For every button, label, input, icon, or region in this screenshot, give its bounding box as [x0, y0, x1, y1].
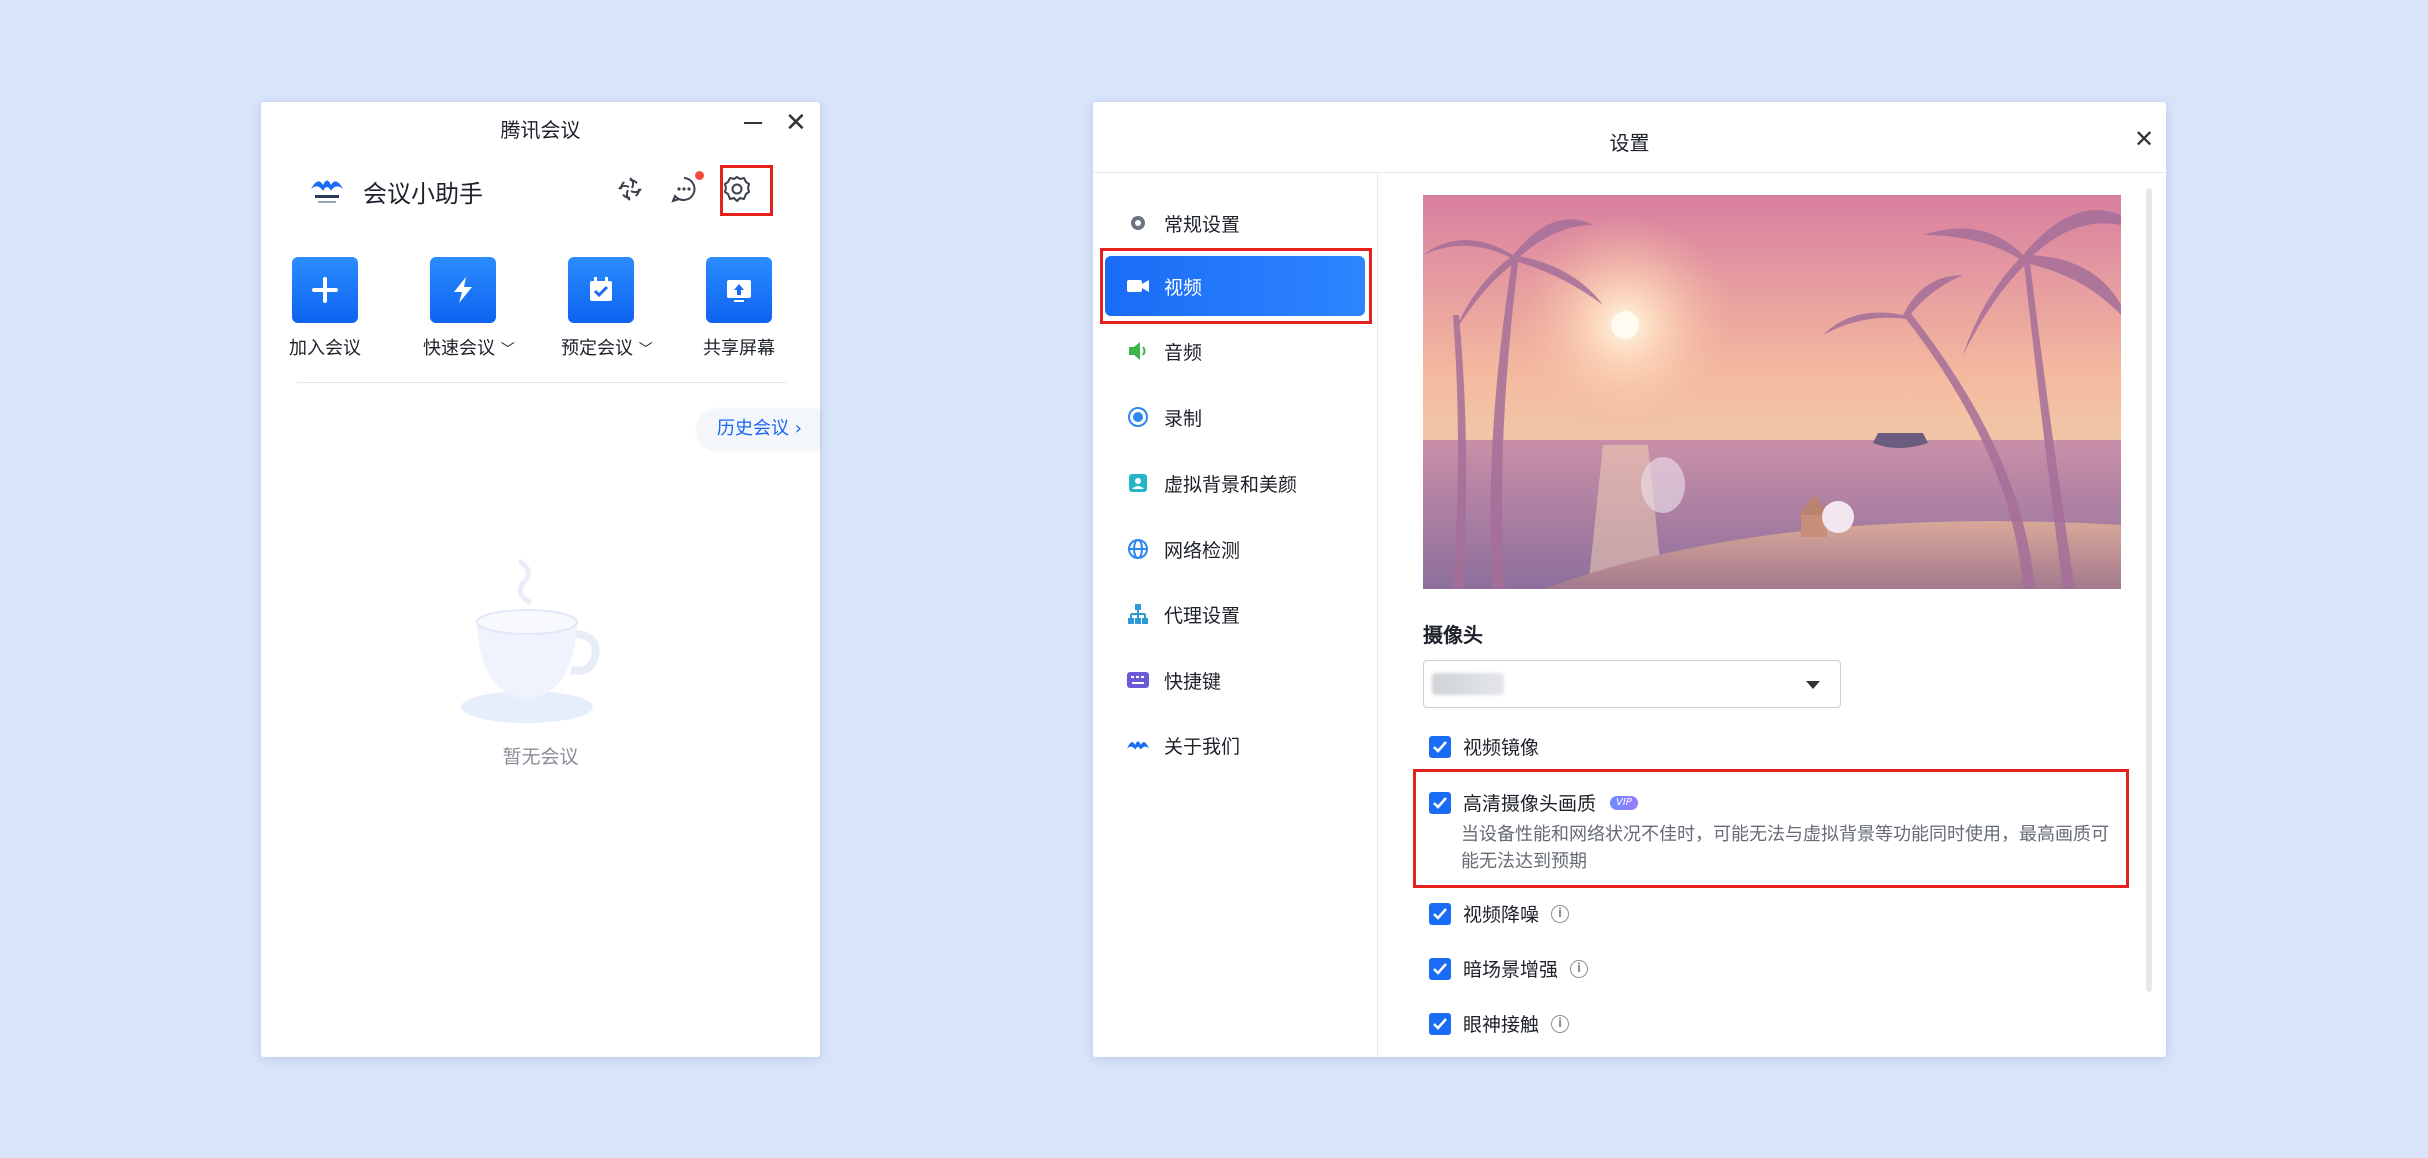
caret-down-icon: [1806, 681, 1820, 689]
globe-icon: [1127, 538, 1149, 560]
checkbox-checked-icon[interactable]: [1429, 902, 1451, 925]
nav-label: 关于我们: [1164, 735, 1241, 758]
join-meeting-button[interactable]: 加入会议: [285, 257, 365, 360]
nav-item-shortcuts[interactable]: 快捷键: [1105, 650, 1365, 710]
nav-item-network-test[interactable]: 网络检测: [1105, 519, 1365, 579]
plus-icon: [292, 257, 358, 323]
portrait-icon: [1127, 472, 1149, 494]
chat-icon[interactable]: [669, 174, 699, 204]
nav-item-proxy[interactable]: 代理设置: [1105, 584, 1365, 644]
nav-item-general[interactable]: 常规设置: [1105, 193, 1365, 253]
camera-select[interactable]: [1423, 660, 1841, 708]
nav-label: 虚拟背景和美颜: [1164, 473, 1298, 496]
checkbox-checked-icon[interactable]: [1429, 1012, 1451, 1035]
history-label: 历史会议: [717, 418, 789, 439]
settings-window: 设置 ✕ 常规设置 视频 音频 录制 虚拟背景和美颜 网络检测 代理设置 快捷键…: [1093, 102, 2166, 1057]
minimize-icon[interactable]: [744, 122, 762, 124]
nav-label: 网络检测: [1164, 539, 1241, 562]
nav-item-record[interactable]: 录制: [1105, 387, 1365, 447]
record-icon: [1127, 406, 1149, 428]
quick-meeting-button[interactable]: 快速会议 ﹀: [423, 257, 515, 360]
main-window: 腾讯会议 ✕ 会议小助手 加入会议 快速会议 ﹀ 预定会议 ﹀ 共享屏幕 历史会…: [261, 102, 820, 1057]
option-low-light-enhance[interactable]: 暗场景增强 i: [1429, 955, 1589, 982]
window-title: 腾讯会议: [500, 118, 581, 142]
settings-title: 设置: [1609, 131, 1650, 155]
assistant-name: 会议小助手: [363, 180, 483, 208]
share-screen-label: 共享屏幕: [703, 338, 775, 359]
tencent-meeting-logo: [311, 180, 343, 203]
join-meeting-label: 加入会议: [289, 338, 361, 359]
notification-dot: [695, 171, 704, 180]
nav-label: 音频: [1164, 341, 1203, 364]
checkbox-checked-icon[interactable]: [1429, 957, 1451, 980]
nav-item-virtual-background[interactable]: 虚拟背景和美颜: [1105, 453, 1365, 513]
close-icon[interactable]: ✕: [785, 110, 807, 136]
option-label: 眼神接触: [1463, 1014, 1540, 1036]
nav-label: 录制: [1164, 407, 1203, 430]
option-label: 暗场景增强: [1463, 959, 1559, 981]
history-meetings-button[interactable]: 历史会议 ›: [697, 409, 820, 449]
chevron-down-icon[interactable]: ﹀: [501, 342, 515, 358]
option-eye-contact[interactable]: 眼神接触 i: [1429, 1010, 1570, 1037]
calendar-check-icon: [568, 257, 634, 323]
network-tree-icon: [1127, 603, 1149, 625]
chevron-down-icon[interactable]: ﹀: [639, 342, 653, 358]
option-video-mirror[interactable]: 视频镜像: [1429, 733, 1539, 760]
info-icon[interactable]: i: [1551, 1014, 1570, 1033]
nav-label: 代理设置: [1164, 604, 1241, 627]
nav-item-about[interactable]: 关于我们: [1105, 715, 1365, 775]
gear-highlight-box: [720, 165, 773, 216]
nav-label: 常规设置: [1164, 213, 1241, 236]
divider: [297, 382, 786, 383]
info-icon[interactable]: i: [1570, 959, 1589, 978]
schedule-meeting-label: 预定会议: [561, 338, 633, 359]
option-video-denoise[interactable]: 视频降噪 i: [1429, 900, 1570, 927]
empty-state-text: 暂无会议: [502, 746, 579, 768]
schedule-meeting-button[interactable]: 预定会议 ﹀: [561, 257, 653, 360]
empty-cup-illustration: [461, 559, 600, 723]
info-icon[interactable]: i: [1551, 904, 1570, 923]
checkbox-checked-icon[interactable]: [1429, 735, 1451, 758]
lightning-icon: [430, 257, 496, 323]
sync-icon[interactable]: [615, 174, 645, 204]
share-screen-icon: [706, 257, 772, 323]
speaker-icon: [1127, 340, 1149, 362]
camera-preview: [1423, 195, 2121, 589]
option-label: 视频镜像: [1463, 737, 1540, 759]
camera-device-name-blurred: [1432, 673, 1504, 695]
quick-meeting-label: 快速会议: [423, 338, 495, 359]
tencent-meeting-logo-icon: [1127, 734, 1149, 756]
scrollbar[interactable]: [2146, 188, 2152, 992]
camera-section-label: 摄像头: [1423, 623, 1483, 647]
nav-item-audio[interactable]: 音频: [1105, 321, 1365, 381]
video-nav-highlight-box: [1100, 248, 1372, 324]
chevron-right-icon: ›: [794, 418, 802, 439]
keyboard-icon: [1127, 669, 1149, 691]
option-label: 视频降噪: [1463, 904, 1540, 926]
close-icon[interactable]: ✕: [2134, 126, 2154, 152]
share-screen-button[interactable]: 共享屏幕: [699, 257, 779, 360]
gear-icon: [1127, 212, 1149, 234]
nav-label: 快捷键: [1164, 670, 1222, 693]
hd-quality-highlight-box: [1413, 769, 2129, 888]
